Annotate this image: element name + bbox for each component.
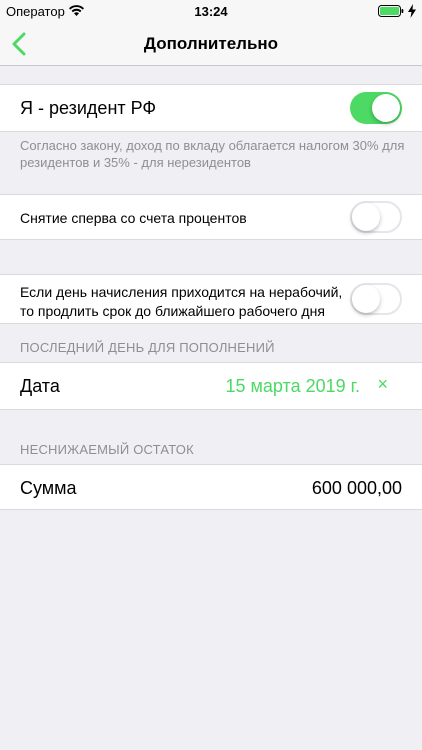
withdraw-interest-cell: Снятие сперва со счета процентов [0,194,422,240]
resident-label: Я - резидент РФ [20,98,157,118]
clock-time: 13:24 [194,4,228,19]
screen: Оператор 13:24 Дополнительно Я - резиден… [0,0,422,750]
amount-label: Сумма [20,478,77,498]
resident-toggle[interactable] [350,92,402,124]
withdraw-interest-label: Снятие сперва со счета процентов [20,210,247,226]
date-label: Дата [20,376,60,396]
non-working-day-cell: Если день начисления приходится на нераб… [0,274,422,324]
non-working-day-label-line2: то продлить срок до ближайшего рабочего … [20,303,325,319]
resident-cell: Я - резидент РФ [0,84,422,132]
min-balance-cell[interactable]: Сумма 600 000,00 [0,464,422,510]
toggle-knob [372,94,400,122]
charging-bolt-icon [408,4,416,18]
non-working-day-toggle[interactable] [350,283,402,315]
withdraw-interest-toggle[interactable] [350,201,402,233]
last-deposit-day-header: ПОСЛЕДНИЙ ДЕНЬ ДЛЯ ПОПОЛНЕНИЙ [20,340,275,355]
status-bar: Оператор 13:24 [0,0,422,22]
min-balance-header: НЕСНИЖАЕМЫЙ ОСТАТОК [20,442,194,457]
clear-date-icon[interactable]: × [377,374,388,395]
last-deposit-day-cell[interactable]: Дата 15 марта 2019 г. × [0,362,422,410]
date-value[interactable]: 15 марта 2019 г. [226,376,361,397]
non-working-day-label-line1: Если день начисления приходится на нераб… [20,284,343,300]
battery-icon [378,5,404,17]
amount-value[interactable]: 600 000,00 [312,478,402,499]
resident-tax-note: Согласно закону, доход по вкладу облагае… [20,138,405,170]
navigation-bar: Дополнительно [0,22,422,66]
page-title: Дополнительно [143,34,279,53]
toggle-knob [352,285,380,313]
toggle-knob [352,203,380,231]
